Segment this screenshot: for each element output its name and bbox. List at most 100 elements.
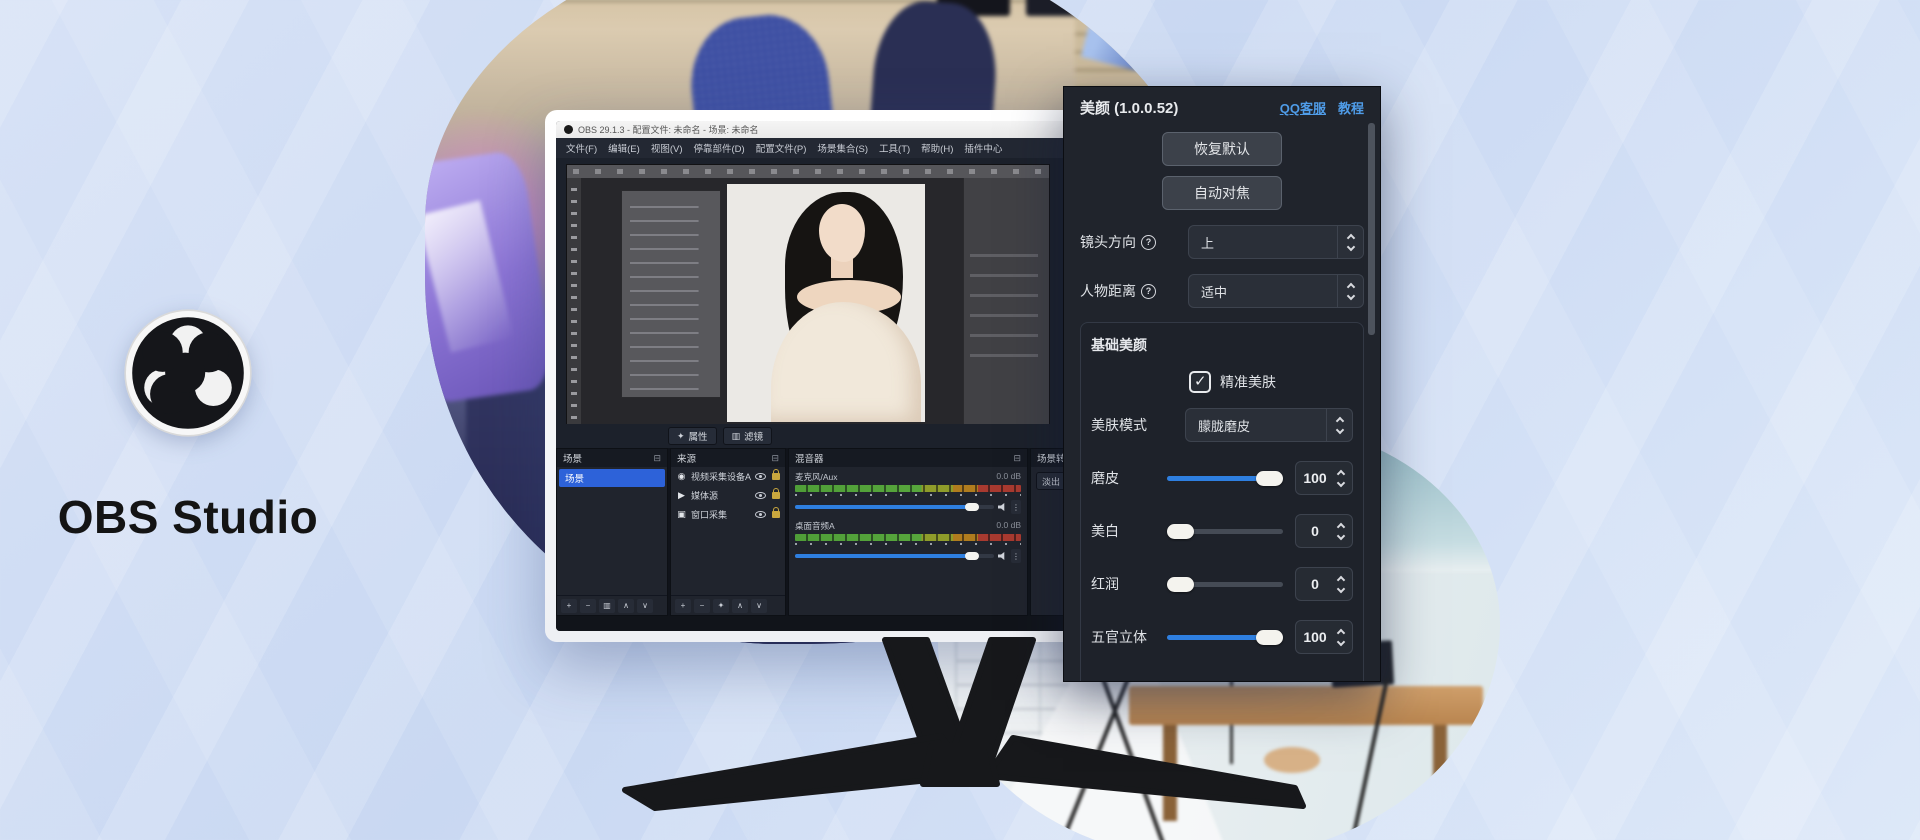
- remove-source-button[interactable]: −: [694, 599, 710, 613]
- menu-help[interactable]: 帮助(H): [921, 141, 953, 155]
- facial-3d-spinbox[interactable]: 100: [1295, 620, 1353, 654]
- obs-branding: OBS Studio: [48, 308, 328, 544]
- smoothing-spinbox[interactable]: 100: [1295, 461, 1353, 495]
- lock-icon[interactable]: [772, 492, 780, 499]
- transition-value: 淡出: [1042, 475, 1060, 488]
- lock-icon[interactable]: [772, 511, 780, 518]
- slider-handle[interactable]: [1167, 577, 1194, 592]
- precise-skin-label: 精准美肤: [1220, 372, 1276, 392]
- source-row[interactable]: ▣ 窗口采集: [671, 505, 785, 524]
- visibility-eye-icon[interactable]: [755, 492, 766, 499]
- scene-up-button[interactable]: ∧: [618, 599, 634, 613]
- beauty-panel-title: 美颜 (1.0.0.52): [1080, 97, 1178, 118]
- smoothing-label: 磨皮: [1091, 468, 1167, 488]
- qq-support-link[interactable]: QQ客服: [1280, 98, 1326, 117]
- add-scene-button[interactable]: +: [561, 599, 577, 613]
- obs-app-icon: [564, 125, 573, 134]
- slider-handle[interactable]: [1256, 471, 1283, 486]
- channel-options-icon[interactable]: ⋮: [1011, 500, 1021, 514]
- lock-icon[interactable]: [772, 473, 780, 480]
- source-down-button[interactable]: ∨: [751, 599, 767, 613]
- filters-label: 滤镜: [744, 429, 763, 443]
- volume-slider[interactable]: [795, 505, 994, 509]
- panel-scrollbar[interactable]: [1368, 123, 1375, 335]
- source-label: 媒体源: [691, 489, 751, 502]
- channel-name: 麦克风/Aux: [795, 471, 838, 483]
- rosy-spinbox[interactable]: 0: [1295, 567, 1353, 601]
- mixer-channel: 桌面音频A 0.0 dB ⋮: [789, 516, 1027, 565]
- source-row[interactable]: ◉ 视频采集设备A: [671, 467, 785, 486]
- volume-slider-handle[interactable]: [965, 503, 979, 511]
- spin-value: 100: [1296, 470, 1334, 486]
- facial-3d-slider[interactable]: [1167, 635, 1283, 640]
- menu-tools[interactable]: 工具(T): [879, 141, 910, 155]
- dock-menu-icon[interactable]: ⊟: [771, 453, 779, 464]
- volume-slider[interactable]: [795, 554, 994, 558]
- chevron-up-icon: [1337, 575, 1345, 583]
- select-stepper[interactable]: [1326, 409, 1352, 441]
- source-row[interactable]: ▶ 媒体源: [671, 486, 785, 505]
- source-up-button[interactable]: ∧: [732, 599, 748, 613]
- slider-handle[interactable]: [1256, 630, 1283, 645]
- chevron-down-icon: [1337, 478, 1345, 486]
- person-distance-select[interactable]: 适中: [1188, 274, 1364, 308]
- rosy-slider[interactable]: [1167, 582, 1283, 587]
- spin-stepper[interactable]: [1334, 524, 1352, 539]
- menu-docks[interactable]: 停靠部件(D): [693, 141, 744, 155]
- visibility-eye-icon[interactable]: [755, 473, 766, 480]
- spin-stepper[interactable]: [1334, 577, 1352, 592]
- meter-ticks: [795, 493, 1021, 497]
- menu-edit[interactable]: 编辑(E): [608, 141, 640, 155]
- tutorial-link[interactable]: 教程: [1338, 98, 1364, 117]
- help-icon[interactable]: [1141, 235, 1156, 250]
- source-filters-button[interactable]: 滤镜: [723, 427, 773, 445]
- skin-mode-select[interactable]: 朦胧磨皮: [1185, 408, 1353, 442]
- menu-plugin-center[interactable]: 插件中心: [964, 141, 1002, 155]
- slider-handle[interactable]: [1167, 524, 1194, 539]
- spin-stepper[interactable]: [1334, 471, 1352, 486]
- scenes-dock: 场景 ⊟ 场景 + − ▥ ∧ ∨: [556, 448, 668, 616]
- basic-beauty-section: 基础美颜 精准美肤 美肤模式 朦胧磨皮 磨皮 100: [1080, 322, 1364, 682]
- channel-options-icon[interactable]: ⋮: [1011, 549, 1021, 563]
- whitening-spinbox[interactable]: 0: [1295, 514, 1353, 548]
- visibility-eye-icon[interactable]: [755, 511, 766, 518]
- add-source-button[interactable]: +: [675, 599, 691, 613]
- speaker-icon[interactable]: [998, 552, 1007, 560]
- beauty-filter-panel: 美颜 (1.0.0.52) QQ客服 教程 恢复默认 自动对焦 镜头方向 上 人…: [1063, 86, 1381, 682]
- remove-scene-button[interactable]: −: [580, 599, 596, 613]
- chevron-down-icon: [1337, 637, 1345, 645]
- restore-defaults-button[interactable]: 恢复默认: [1162, 132, 1282, 166]
- scene-filters-button[interactable]: ▥: [599, 599, 615, 613]
- person-distance-value: 适中: [1189, 282, 1337, 301]
- volume-slider-handle[interactable]: [965, 552, 979, 560]
- menu-profile[interactable]: 配置文件(P): [756, 141, 807, 155]
- audio-mixer-dock: 混音器 ⊟ 麦克风/Aux 0.0 dB: [788, 448, 1028, 616]
- menu-view[interactable]: 视图(V): [651, 141, 683, 155]
- spin-stepper[interactable]: [1334, 630, 1352, 645]
- editor-settings-panel: [621, 190, 721, 398]
- scene-list-item[interactable]: 场景: [559, 469, 665, 487]
- help-icon[interactable]: [1141, 284, 1156, 299]
- dock-menu-icon[interactable]: ⊟: [1013, 453, 1021, 464]
- menu-file[interactable]: 文件(F): [566, 141, 597, 155]
- media-source-icon: ▶: [676, 490, 687, 501]
- smoothing-slider[interactable]: [1167, 476, 1283, 481]
- lens-direction-value: 上: [1189, 233, 1337, 252]
- source-properties-button[interactable]: 属性: [668, 427, 717, 445]
- volume-slider-fill: [795, 505, 978, 509]
- scene-down-button[interactable]: ∨: [637, 599, 653, 613]
- scenes-dock-title: 场景: [563, 451, 582, 465]
- select-stepper[interactable]: [1337, 275, 1363, 307]
- facial-3d-label: 五官立体: [1091, 627, 1167, 647]
- speaker-icon[interactable]: [998, 503, 1007, 511]
- autofocus-button[interactable]: 自动对焦: [1162, 176, 1282, 210]
- person-distance-label: 人物距离: [1080, 281, 1136, 301]
- source-properties-icon-button[interactable]: ✦: [713, 599, 729, 613]
- spin-value: 0: [1296, 523, 1334, 539]
- lens-direction-select[interactable]: 上: [1188, 225, 1364, 259]
- dock-menu-icon[interactable]: ⊟: [653, 453, 661, 464]
- precise-skin-checkbox[interactable]: [1189, 371, 1211, 393]
- select-stepper[interactable]: [1337, 226, 1363, 258]
- menu-scene-collection[interactable]: 场景集合(S): [817, 141, 868, 155]
- whitening-slider[interactable]: [1167, 529, 1283, 534]
